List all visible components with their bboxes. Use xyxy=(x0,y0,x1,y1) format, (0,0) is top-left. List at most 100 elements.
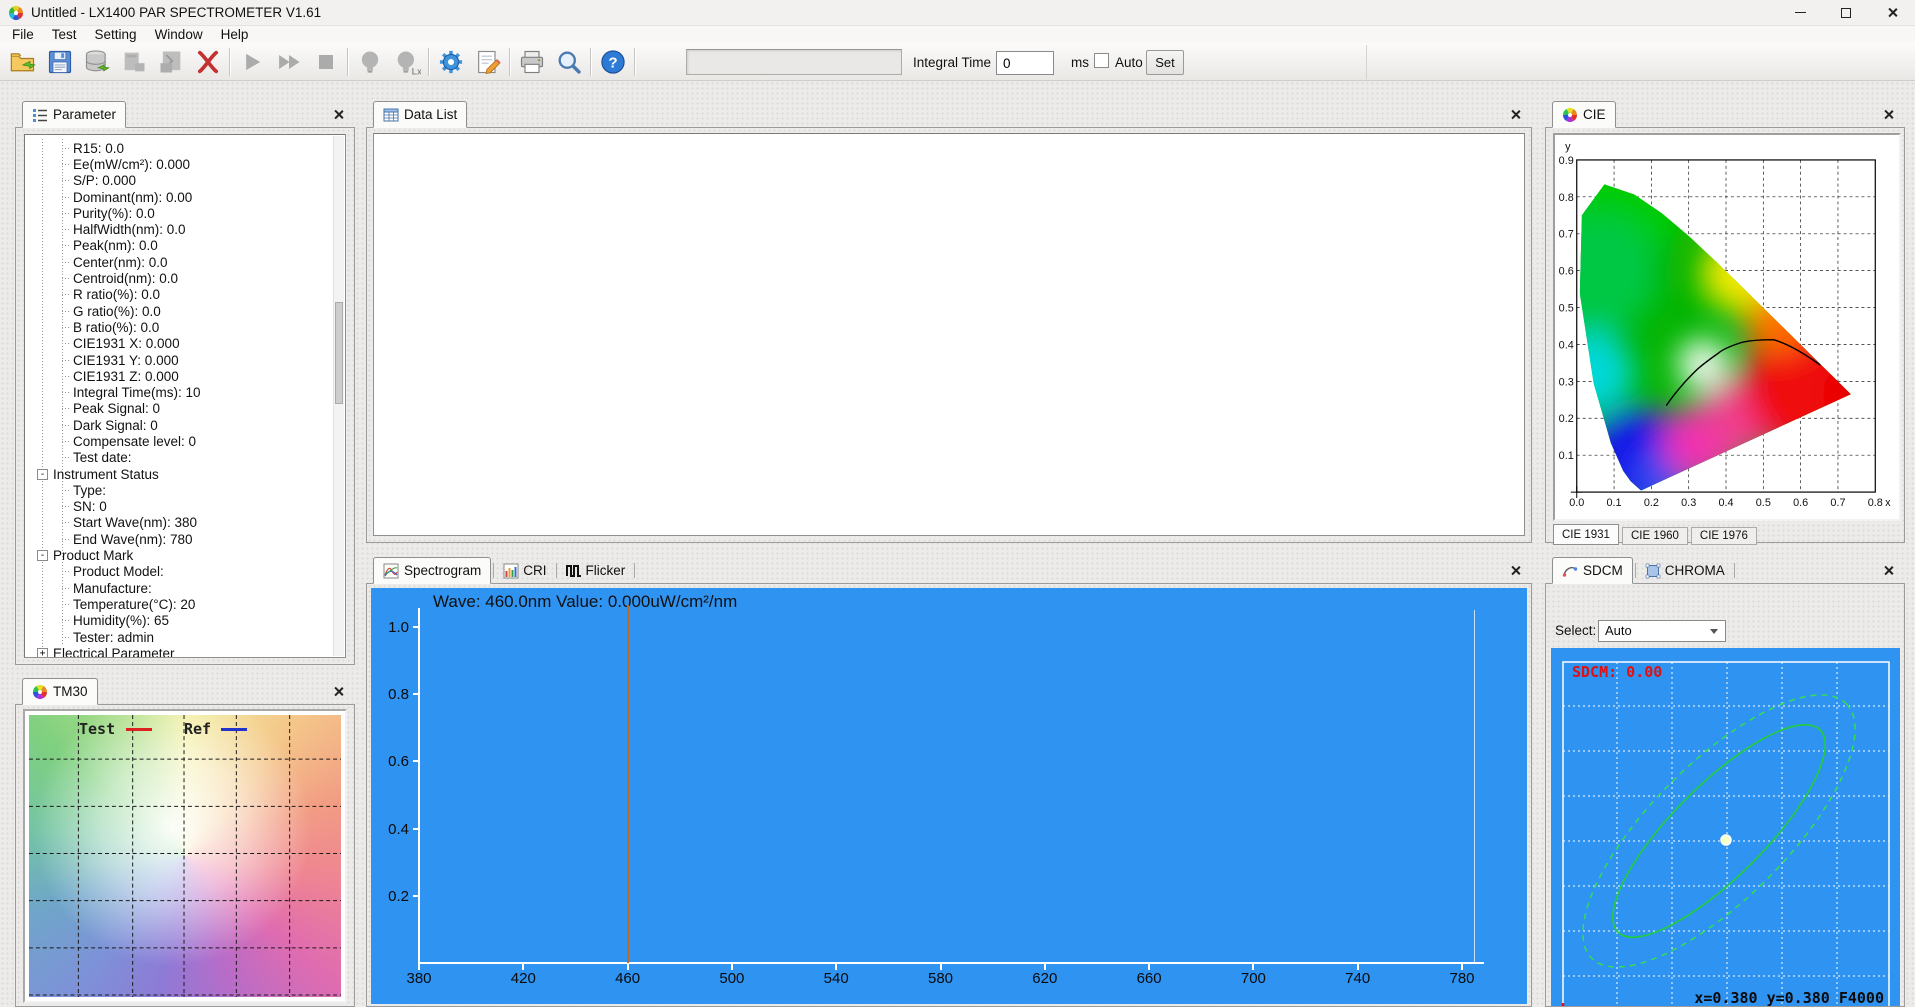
menu-test[interactable]: Test xyxy=(43,27,86,42)
data-list-tabbar: Data List xyxy=(366,100,1532,128)
sdcm-select-dropdown[interactable]: Auto xyxy=(1598,620,1726,642)
tab-separator xyxy=(493,563,494,578)
tree-item[interactable]: G ratio(%): 0.0 xyxy=(25,303,332,319)
data-list-table-area[interactable] xyxy=(373,133,1525,536)
spectrogram-tab-spectrogram[interactable]: Spectrogram xyxy=(373,557,491,584)
sdcm-tab-sdcm[interactable]: SDCM xyxy=(1552,557,1633,584)
tree-item[interactable]: Centroid(nm): 0.0 xyxy=(25,270,332,286)
tree-item[interactable]: Dark Signal: 0 xyxy=(25,417,332,433)
spectrogram-tab-flicker[interactable]: Flicker xyxy=(559,557,633,584)
x-tick-label: 620 xyxy=(1023,970,1067,987)
settings-gear-button[interactable] xyxy=(432,45,469,79)
tree-item[interactable]: Purity(%): 0.0 xyxy=(25,205,332,221)
edit-report-button[interactable] xyxy=(469,45,506,79)
tree-item[interactable]: Temperature(°C): 20 xyxy=(25,596,332,612)
sdcm-grid xyxy=(1563,662,1889,1006)
tree-item[interactable]: Dominant(nm): 0.00 xyxy=(25,189,332,205)
tree-item[interactable]: Start Wave(nm): 380 xyxy=(25,515,332,531)
tree-item[interactable]: Manufacture: xyxy=(25,580,332,596)
tree-item[interactable]: R15: 0.0 xyxy=(25,140,332,156)
tab-data-list[interactable]: Data List xyxy=(373,101,467,128)
tree-item[interactable]: S/P: 0.000 xyxy=(25,173,332,189)
close-button[interactable] xyxy=(1869,0,1915,25)
tree-item[interactable]: Center(nm): 0.0 xyxy=(25,254,332,270)
tree-item[interactable]: SN: 0 xyxy=(25,499,332,515)
tree-connector xyxy=(62,376,71,377)
spectrogram-icon xyxy=(383,563,399,579)
collapse-icon[interactable]: - xyxy=(37,469,48,480)
tree-item[interactable]: Integral Time(ms): 10 xyxy=(25,384,332,400)
print-button[interactable] xyxy=(513,45,550,79)
sdcm-close-button[interactable] xyxy=(1883,563,1896,576)
tree-connector xyxy=(62,360,71,361)
tree-item[interactable]: Peak(nm): 0.0 xyxy=(25,238,332,254)
tree-item[interactable]: Humidity(%): 65 xyxy=(25,613,332,629)
tm30-close-button[interactable] xyxy=(333,684,346,697)
parameter-close-button[interactable] xyxy=(333,107,346,120)
menu-help[interactable]: Help xyxy=(212,27,258,42)
menu-file[interactable]: File xyxy=(3,27,43,42)
tree-item[interactable]: CIE1931 Y: 0.000 xyxy=(25,352,332,368)
tree-item[interactable]: Peak Signal: 0 xyxy=(25,401,332,417)
delete-button[interactable] xyxy=(189,45,226,79)
tab-parameter[interactable]: Parameter xyxy=(22,101,126,128)
cie-view-cie-1960[interactable]: CIE 1960 xyxy=(1622,527,1688,545)
integral-time-input[interactable] xyxy=(996,51,1054,75)
spectrogram-chart[interactable]: Wave: 460.0nm Value: 0.000uW/cm²/nm 3804… xyxy=(371,588,1527,1004)
cie-diagram-frame: 0.10.20.30.40.50.60.70.80.90.00.10.20.30… xyxy=(1553,133,1901,521)
cie-panel: CIE xyxy=(1545,100,1905,543)
cie-view-cie-1976[interactable]: CIE 1976 xyxy=(1691,527,1757,545)
tree-item[interactable]: Compensate level: 0 xyxy=(25,433,332,449)
tree-item[interactable]: End Wave(nm): 780 xyxy=(25,531,332,547)
cie-view-cie-1931[interactable]: CIE 1931 xyxy=(1553,524,1619,545)
tree-item[interactable]: CIE1931 X: 0.000 xyxy=(25,336,332,352)
zoom-search-button[interactable] xyxy=(550,45,587,79)
close-icon xyxy=(1883,565,1894,576)
tree-item[interactable]: Product Model: xyxy=(25,564,332,580)
svg-text:0.0: 0.0 xyxy=(1569,497,1584,509)
cie-close-button[interactable] xyxy=(1883,107,1896,120)
tree-item[interactable]: Ee(mW/cm²): 0.000 xyxy=(25,156,332,172)
tree-branch[interactable]: -Instrument Status xyxy=(25,466,332,482)
tree-connector xyxy=(62,327,71,328)
auto-checkbox[interactable] xyxy=(1094,53,1109,68)
minimize-button[interactable] xyxy=(1777,0,1823,25)
menu-setting[interactable]: Setting xyxy=(86,27,146,42)
window-title: Untitled - LX1400 PAR SPECTROMETER V1.61 xyxy=(31,5,321,20)
tm30-ref-line xyxy=(221,728,247,731)
maximize-button[interactable] xyxy=(1823,0,1869,25)
tree-item[interactable]: Test date: xyxy=(25,450,332,466)
tree-item[interactable]: B ratio(%): 0.0 xyxy=(25,319,332,335)
tree-item[interactable]: Tester: admin xyxy=(25,629,332,645)
svg-text:y: y xyxy=(1565,141,1571,153)
spectrogram-close-button[interactable] xyxy=(1510,563,1523,576)
save-database-button[interactable] xyxy=(78,45,115,79)
tree-item[interactable]: CIE1931 Z: 0.000 xyxy=(25,368,332,384)
data-list-close-button[interactable] xyxy=(1510,107,1523,120)
tree-connector xyxy=(62,441,71,442)
wavelength-cursor[interactable] xyxy=(627,605,629,963)
tree-branch[interactable]: -Product Mark xyxy=(25,547,332,563)
cie-tabbar: CIE xyxy=(1545,100,1905,128)
save-button[interactable] xyxy=(41,45,78,79)
sdcm-tab-chroma[interactable]: CHROMA xyxy=(1638,557,1732,584)
tree-item[interactable]: Type: xyxy=(25,482,332,498)
scrollbar-thumb[interactable] xyxy=(335,302,343,404)
help-button[interactable]: ? xyxy=(594,45,631,79)
y-tick xyxy=(413,895,419,897)
x-tick-label: 580 xyxy=(919,970,963,987)
tree-branch[interactable]: +Electrical Parameter xyxy=(25,645,332,658)
menu-window[interactable]: Window xyxy=(146,27,212,42)
tree-item[interactable]: R ratio(%): 0.0 xyxy=(25,287,332,303)
set-button[interactable]: Set xyxy=(1146,50,1184,75)
tab-tm30[interactable]: TM30 xyxy=(22,678,98,705)
tree-connector xyxy=(62,588,71,589)
parameter-scrollbar[interactable] xyxy=(333,136,344,656)
collapse-icon[interactable]: - xyxy=(37,550,48,561)
tree-item[interactable]: HalfWidth(nm): 0.0 xyxy=(25,221,332,237)
spectrogram-tab-cri[interactable]: CRI xyxy=(496,557,553,584)
sdcm-xy-readout: x=0.380 y=0.380 F4000 xyxy=(1694,989,1884,1006)
expand-icon[interactable]: + xyxy=(37,648,48,658)
open-button[interactable] xyxy=(4,45,41,79)
tab-cie[interactable]: CIE xyxy=(1552,101,1616,128)
